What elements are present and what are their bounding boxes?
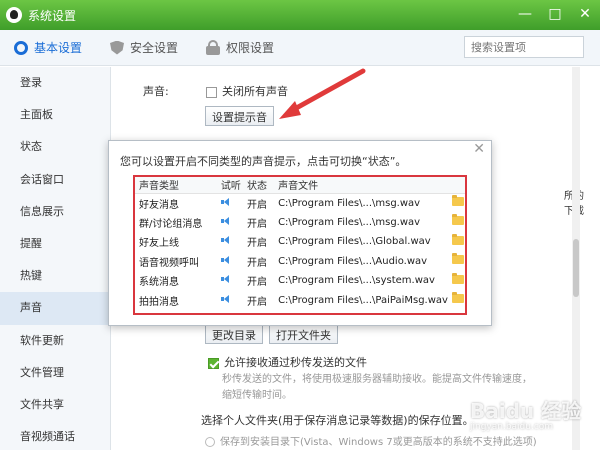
table-row: 拍拍消息 开启 C:\Program Files\...\PaiPaiMsg.w… [135, 291, 465, 311]
sidebar-item-sound[interactable]: 声音 [0, 292, 110, 325]
sound-type: 拍拍消息 [139, 296, 179, 308]
settings-tab-bar: 基本设置 安全设置 权限设置 [0, 30, 600, 66]
sound-status[interactable]: 开启 [243, 291, 274, 311]
folder-icon[interactable] [451, 195, 464, 206]
sound-file: C:\Program Files\...\Global.wav [278, 236, 431, 248]
red-arrow-annotation [279, 68, 366, 119]
table-row: 语音视频呼叫 开启 C:\Program Files\...\Audio.wav [135, 252, 465, 272]
table-row: 群/讨论组消息 开启 C:\Program Files\...\msg.wav [135, 213, 465, 233]
sidebar: 登录 主面板 状态 会话窗口 信息展示 提醒 热键 声音 软件更新 文件管理 文… [0, 67, 111, 450]
allow-instant-transfer-option[interactable]: 允许接收通过秒传发送的文件 [208, 354, 367, 370]
speaker-icon[interactable] [220, 294, 231, 303]
sound-file: C:\Program Files\...\msg.wav [278, 216, 421, 228]
sound-file: C:\Program Files\...\msg.wav [278, 197, 421, 209]
gear-icon [14, 40, 28, 55]
table-row: 系统消息 开启 C:\Program Files\...\system.wav [135, 271, 465, 291]
save-to-install-option[interactable]: 保存到安装目录下(Vista、Windows 7或更高版本的系统不支持此选项) [205, 433, 537, 448]
window-controls: — □ ✕ [514, 4, 596, 24]
col-sound-type: 声音类型 [135, 177, 217, 194]
tab-security-settings[interactable]: 安全设置 [110, 39, 178, 56]
close-window-button[interactable]: ✕ [574, 4, 596, 24]
folder-icon[interactable] [451, 233, 464, 245]
sidebar-item-status[interactable]: 状态 [0, 131, 110, 163]
mute-all-option[interactable]: 关闭所有声音 [206, 83, 288, 99]
title-bar: 系统设置 — □ ✕ [0, 0, 600, 30]
allow-instant-label: 允许接收通过秒传发送的文件 [224, 356, 367, 369]
dialog-hint: 您可以设置开启不同类型的声音提示，点击可切换“状态”。 [120, 155, 407, 168]
sound-status[interactable]: 开启 [243, 232, 274, 252]
sound-label: 声音: [143, 85, 169, 98]
change-directory-button[interactable]: 更改目录 [205, 324, 263, 344]
sidebar-item-chat-window[interactable]: 会话窗口 [0, 164, 110, 196]
choose-folder-heading: 选择个人文件夹(用于保存消息记录等数据)的保存位置。 [201, 414, 474, 427]
folder-icon[interactable] [451, 214, 464, 226]
baidu-watermark: Baidu 经验 jingyan.baidu.com [470, 395, 581, 432]
speaker-icon[interactable] [220, 236, 231, 245]
set-tone-button[interactable]: 设置提示音 [205, 106, 274, 126]
tab-label: 基本设置 [34, 41, 83, 55]
speaker-icon[interactable] [220, 275, 231, 284]
col-status: 状态 [243, 177, 275, 194]
sidebar-item-hotkey[interactable]: 热键 [0, 260, 110, 292]
folder-icon[interactable] [451, 253, 464, 265]
folder-icon[interactable] [451, 272, 464, 284]
sidebar-item-login[interactable]: 登录 [0, 67, 110, 99]
sound-table: 声音类型 试听 状态 声音文件 好友消息 开启 C:\Program Files… [135, 177, 465, 310]
watermark-sub: jingyan.baidu.com [470, 422, 554, 432]
table-header: 声音类型 试听 状态 声音文件 [135, 177, 465, 194]
sound-table-highlight: 声音类型 试听 状态 声音文件 好友消息 开启 C:\Program Files… [133, 175, 467, 315]
folder-icon[interactable] [451, 292, 464, 304]
sound-status[interactable]: 开启 [243, 213, 274, 233]
sidebar-item-file-management[interactable]: 文件管理 [0, 357, 110, 389]
col-preview: 试听 [216, 177, 243, 194]
speaker-icon[interactable] [220, 216, 231, 225]
tab-label: 安全设置 [130, 41, 179, 55]
content-scrollbar[interactable] [572, 67, 580, 450]
sound-type: 语音视频呼叫 [139, 257, 199, 269]
sound-file: C:\Program Files\...\Audio.wav [278, 255, 428, 267]
minimize-button[interactable]: — [514, 4, 536, 24]
sidebar-item-av-call[interactable]: 音视频通话 [0, 421, 110, 453]
sidebar-item-update[interactable]: 软件更新 [0, 325, 110, 357]
save-install-radio[interactable] [205, 437, 215, 447]
sound-file: C:\Program Files\...\PaiPaiMsg.wav [278, 294, 448, 306]
table-row: 好友上线 开启 C:\Program Files\...\Global.wav [135, 232, 465, 252]
sound-type: 系统消息 [139, 277, 179, 289]
speaker-icon[interactable] [220, 255, 231, 264]
tab-label: 权限设置 [226, 41, 275, 55]
mute-all-checkbox[interactable] [206, 86, 217, 98]
watermark-main: Baidu 经验 [470, 399, 582, 423]
lock-icon [206, 39, 221, 55]
sound-status[interactable]: 开启 [243, 271, 274, 291]
maximize-button[interactable]: □ [544, 4, 566, 24]
sidebar-item-main-panel[interactable]: 主面板 [0, 99, 110, 131]
sound-status[interactable]: 开启 [243, 252, 274, 272]
qq-penguin-icon [6, 7, 22, 23]
sound-type: 好友上线 [139, 238, 179, 250]
tab-basic-settings[interactable]: 基本设置 [14, 39, 82, 56]
sound-status[interactable]: 开启 [243, 193, 274, 213]
sound-file: C:\Program Files\...\system.wav [278, 275, 435, 287]
dialog-close-button[interactable]: ✕ [473, 141, 485, 157]
scrollbar-thumb[interactable] [573, 239, 579, 297]
open-folder-button[interactable]: 打开文件夹 [269, 324, 338, 344]
allow-instant-checkbox[interactable] [208, 357, 219, 369]
tab-permission-settings[interactable]: 权限设置 [206, 39, 274, 56]
speaker-icon[interactable] [220, 197, 231, 206]
search-input[interactable] [464, 36, 584, 58]
sound-type: 群/讨论组消息 [139, 218, 203, 230]
shield-icon [110, 40, 125, 55]
sidebar-item-file-sharing[interactable]: 文件共享 [0, 389, 110, 421]
sidebar-item-reminder[interactable]: 提醒 [0, 228, 110, 260]
col-sound-file: 声音文件 [274, 177, 448, 194]
save-install-label: 保存到安装目录下(Vista、Windows 7或更高版本的系统不支持此选项) [220, 437, 537, 448]
table-row: 好友消息 开启 C:\Program Files\...\msg.wav [135, 193, 465, 213]
sound-type: 好友消息 [139, 199, 179, 211]
sound-tone-dialog: ✕ 您可以设置开启不同类型的声音提示，点击可切换“状态”。 声音类型 试听 状态… [108, 140, 492, 326]
window-title: 系统设置 [28, 8, 77, 23]
sidebar-item-info-display[interactable]: 信息展示 [0, 196, 110, 228]
